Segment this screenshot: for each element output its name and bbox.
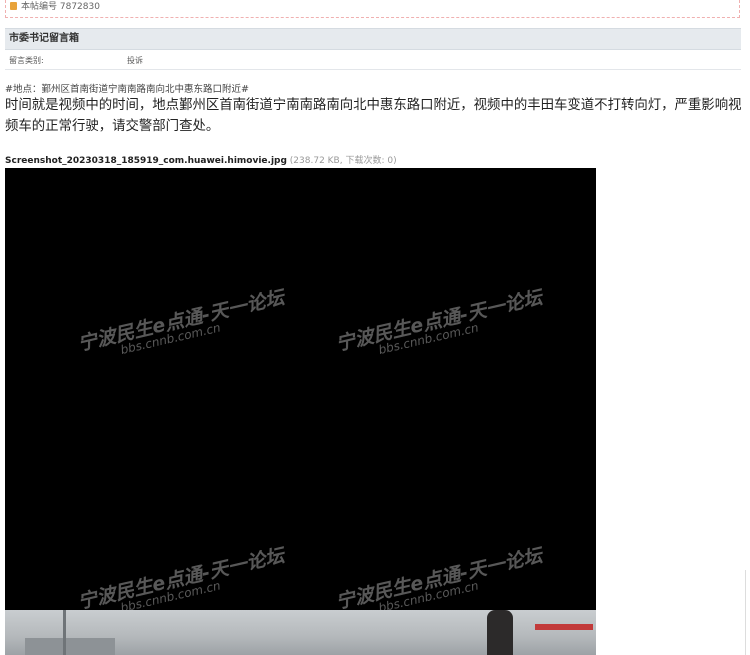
attached-photo[interactable]: 宁波民生e点通-天一论坛 bbs.cnnb.com.cn 宁波民生e点通-天一论… <box>5 168 596 655</box>
document-icon <box>10 1 17 10</box>
person-silhouette <box>487 610 513 655</box>
message-type-row: 留言类别: 投诉 <box>5 51 741 70</box>
post-id-bar: 本帖编号 7872830 <box>5 0 740 18</box>
building <box>25 638 115 655</box>
street-pole <box>63 610 66 655</box>
street-scene <box>5 610 596 655</box>
post-id-label: 本帖编号 7872830 <box>21 2 100 12</box>
attachment-filename[interactable]: Screenshot_20230318_185919_com.huawei.hi… <box>5 156 287 166</box>
location-tag: #地点：鄞州区首南街道宁南南路南向北中惠东路口附近# <box>5 84 249 95</box>
red-sign <box>535 624 593 630</box>
post-body: 时间就是视频中的时间，地点鄞州区首南街道宁南南路南向北中惠东路口附近，视频中的丰… <box>5 98 742 134</box>
watermark: 宁波民生e点通-天一论坛 bbs.cnnb.com.cn <box>75 283 289 366</box>
message-type-value: 投诉 <box>127 56 143 65</box>
watermark: 宁波民生e点通-天一论坛 bbs.cnnb.com.cn <box>333 283 547 366</box>
scrollbar-edge[interactable] <box>745 570 750 655</box>
attachment-meta: (238.72 KB, 下载次数: 0) <box>289 156 397 166</box>
category-title: 市委书记留言箱 <box>5 28 741 50</box>
attachment-info: Screenshot_20230318_185919_com.huawei.hi… <box>5 153 397 166</box>
message-type-label: 留言类别: <box>9 56 44 65</box>
